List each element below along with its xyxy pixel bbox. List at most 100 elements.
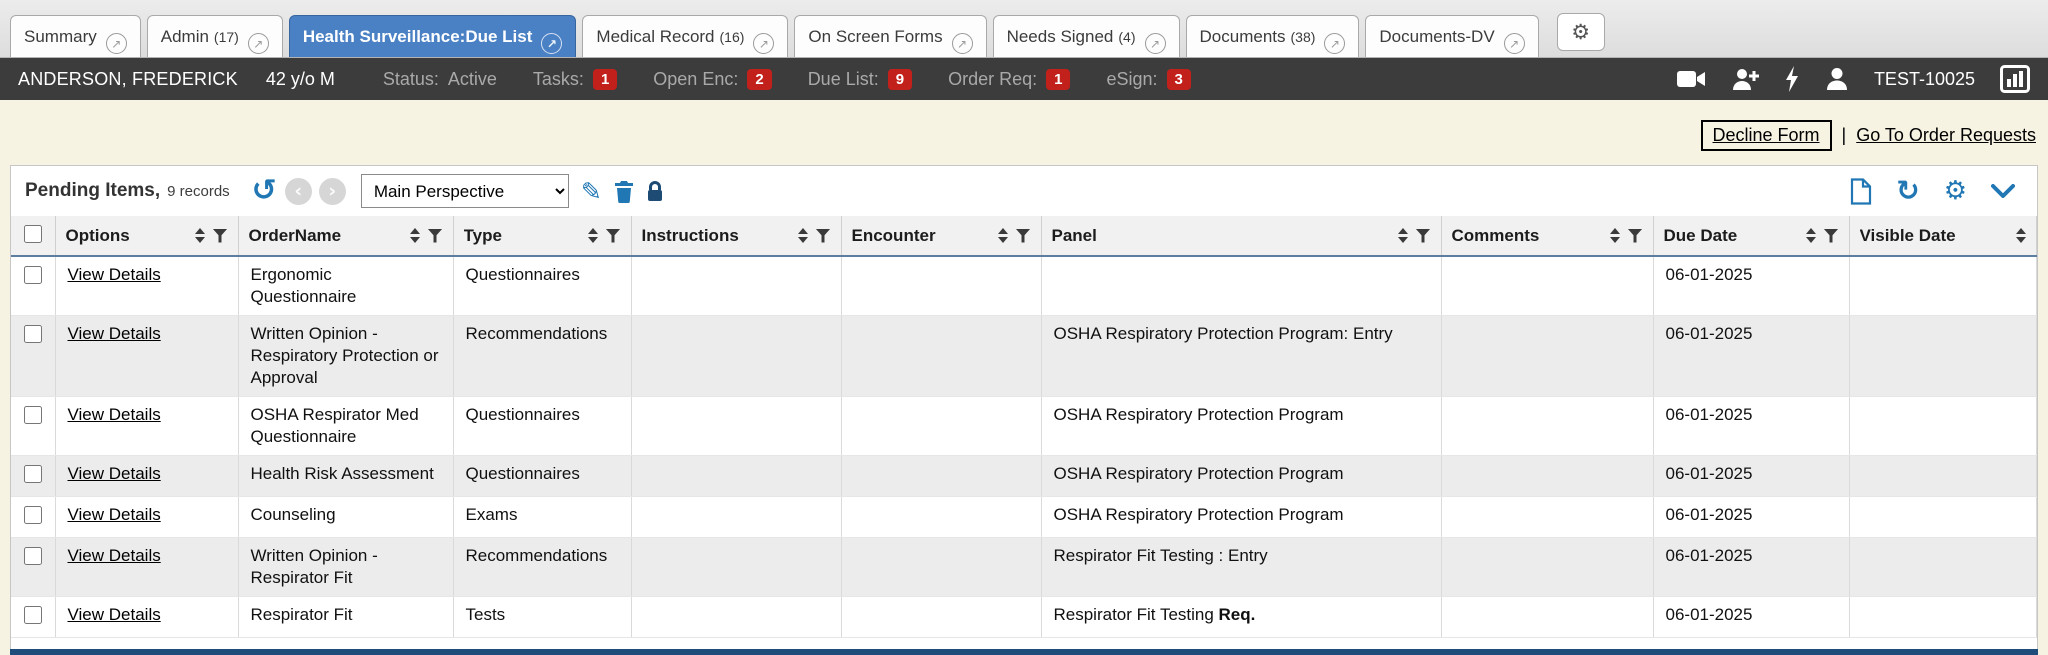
options-cell: View Details bbox=[55, 397, 238, 456]
type-cell: Recommendations bbox=[453, 538, 631, 597]
column-header-ordername[interactable]: OrderName bbox=[238, 216, 453, 256]
due-list-badge[interactable]: 9 bbox=[888, 69, 912, 90]
instructions-cell bbox=[631, 538, 841, 597]
filter-icon[interactable] bbox=[1628, 229, 1643, 243]
sort-icon[interactable] bbox=[1610, 228, 1620, 243]
link-separator: | bbox=[1842, 125, 1847, 146]
reset-perspective-icon[interactable]: ↺ bbox=[252, 176, 277, 206]
view-details-link[interactable]: View Details bbox=[68, 265, 161, 284]
chevron-down-icon[interactable] bbox=[1991, 184, 2015, 199]
perspective-select[interactable]: Main Perspective bbox=[361, 174, 569, 208]
filter-icon[interactable] bbox=[1824, 229, 1839, 243]
sort-icon[interactable] bbox=[798, 228, 808, 243]
popout-icon[interactable]: ↗ bbox=[1145, 33, 1166, 54]
tab-needs-signed[interactable]: Needs Signed (4) ↗ bbox=[993, 15, 1180, 57]
row-checkbox[interactable] bbox=[24, 606, 42, 624]
delete-perspective-icon[interactable] bbox=[614, 180, 634, 203]
table-row: View Details Ergonomic Questionnaire Que… bbox=[11, 256, 2037, 316]
go-to-order-requests-link[interactable]: Go To Order Requests bbox=[1856, 125, 2036, 146]
encounter-cell bbox=[841, 397, 1041, 456]
sort-icon[interactable] bbox=[1398, 228, 1408, 243]
esign-badge[interactable]: 3 bbox=[1167, 69, 1191, 90]
column-header-comments[interactable]: Comments bbox=[1441, 216, 1653, 256]
select-all-checkbox[interactable] bbox=[24, 225, 42, 243]
tasks-counter: Tasks: 1 bbox=[533, 69, 617, 90]
sort-icon[interactable] bbox=[195, 228, 205, 243]
tab-label: On Screen Forms bbox=[808, 27, 942, 47]
ordername-cell: OSHA Respirator Med Questionnaire bbox=[238, 397, 453, 456]
options-cell: View Details bbox=[55, 456, 238, 497]
filter-icon[interactable] bbox=[606, 229, 621, 243]
order-req-badge[interactable]: 1 bbox=[1046, 69, 1070, 90]
add-user-icon[interactable] bbox=[1731, 67, 1759, 91]
tab-settings-button[interactable]: ⚙ bbox=[1557, 13, 1605, 51]
instructions-cell bbox=[631, 397, 841, 456]
tab-admin[interactable]: Admin (17) ↗ bbox=[147, 15, 283, 57]
sort-icon[interactable] bbox=[998, 228, 1008, 243]
row-checkbox[interactable] bbox=[24, 465, 42, 483]
popout-icon[interactable]: ↗ bbox=[952, 33, 973, 54]
tab-on-screen-forms[interactable]: On Screen Forms ↗ bbox=[794, 15, 986, 57]
table-header-row: Options OrderName Type Instructions bbox=[11, 216, 2037, 256]
sort-icon[interactable] bbox=[410, 228, 420, 243]
tab-health-surveillance-due-list[interactable]: Health Surveillance:Due List ↗ bbox=[289, 15, 577, 57]
patient-age-sex: 42 y/o M bbox=[266, 69, 335, 90]
tab-summary[interactable]: Summary ↗ bbox=[10, 15, 141, 57]
lock-icon[interactable] bbox=[646, 180, 664, 203]
sort-icon[interactable] bbox=[1806, 228, 1816, 243]
tab-medical-record[interactable]: Medical Record (16) ↗ bbox=[582, 15, 788, 57]
tab-documents-dv[interactable]: Documents-DV ↗ bbox=[1365, 15, 1538, 57]
lightning-icon[interactable] bbox=[1784, 66, 1800, 92]
row-checkbox[interactable] bbox=[24, 266, 42, 284]
user-icon[interactable] bbox=[1825, 67, 1849, 91]
column-header-encounter[interactable]: Encounter bbox=[841, 216, 1041, 256]
view-details-link[interactable]: View Details bbox=[68, 405, 161, 424]
open-enc-badge[interactable]: 2 bbox=[747, 69, 771, 90]
checkbox-cell bbox=[11, 256, 55, 316]
popout-icon[interactable]: ↗ bbox=[248, 33, 269, 54]
filter-icon[interactable] bbox=[213, 229, 228, 243]
view-details-link[interactable]: View Details bbox=[68, 505, 161, 524]
popout-icon[interactable]: ↗ bbox=[541, 33, 562, 54]
filter-icon[interactable] bbox=[1016, 229, 1031, 243]
filter-icon[interactable] bbox=[428, 229, 443, 243]
row-checkbox[interactable] bbox=[24, 506, 42, 524]
row-checkbox[interactable] bbox=[24, 325, 42, 343]
tasks-badge[interactable]: 1 bbox=[593, 69, 617, 90]
new-document-icon[interactable] bbox=[1850, 178, 1872, 205]
tab-documents[interactable]: Documents (38) ↗ bbox=[1186, 15, 1360, 57]
sort-icon[interactable] bbox=[588, 228, 598, 243]
column-header-type[interactable]: Type bbox=[453, 216, 631, 256]
panel-text: Respirator Fit Testing bbox=[1054, 605, 1219, 624]
column-header-instructions[interactable]: Instructions bbox=[631, 216, 841, 256]
view-details-link[interactable]: View Details bbox=[68, 546, 161, 565]
instructions-cell bbox=[631, 497, 841, 538]
popout-icon[interactable]: ↗ bbox=[1504, 33, 1525, 54]
row-checkbox[interactable] bbox=[24, 547, 42, 565]
decline-form-link[interactable]: Decline Form bbox=[1701, 120, 1832, 151]
column-header-options[interactable]: Options bbox=[55, 216, 238, 256]
popout-icon[interactable]: ↗ bbox=[1324, 33, 1345, 54]
view-details-link[interactable]: View Details bbox=[68, 324, 161, 343]
video-camera-icon[interactable] bbox=[1676, 69, 1706, 89]
popout-icon[interactable]: ↗ bbox=[106, 33, 127, 54]
filter-icon[interactable] bbox=[816, 229, 831, 243]
comments-cell bbox=[1441, 597, 1653, 638]
column-header-panel[interactable]: Panel bbox=[1041, 216, 1441, 256]
encounter-cell bbox=[841, 538, 1041, 597]
popout-icon[interactable]: ↗ bbox=[753, 33, 774, 54]
sort-icon[interactable] bbox=[2016, 228, 2026, 243]
view-details-link[interactable]: View Details bbox=[68, 464, 161, 483]
bar-chart-icon[interactable] bbox=[2000, 65, 2030, 93]
open-enc-label: Open Enc: bbox=[653, 69, 738, 90]
view-details-link[interactable]: View Details bbox=[68, 605, 161, 624]
column-header-due-date[interactable]: Due Date bbox=[1653, 216, 1849, 256]
column-header-visible-date[interactable]: Visible Date bbox=[1849, 216, 2037, 256]
row-checkbox[interactable] bbox=[24, 406, 42, 424]
filter-icon[interactable] bbox=[1416, 229, 1431, 243]
type-cell: Tests bbox=[453, 597, 631, 638]
grid-settings-icon[interactable]: ⚙ bbox=[1944, 178, 1967, 204]
gear-icon: ⚙ bbox=[1571, 20, 1590, 44]
edit-perspective-icon[interactable]: ✎ bbox=[581, 177, 602, 206]
refresh-icon[interactable]: ↻ bbox=[1896, 177, 1919, 205]
